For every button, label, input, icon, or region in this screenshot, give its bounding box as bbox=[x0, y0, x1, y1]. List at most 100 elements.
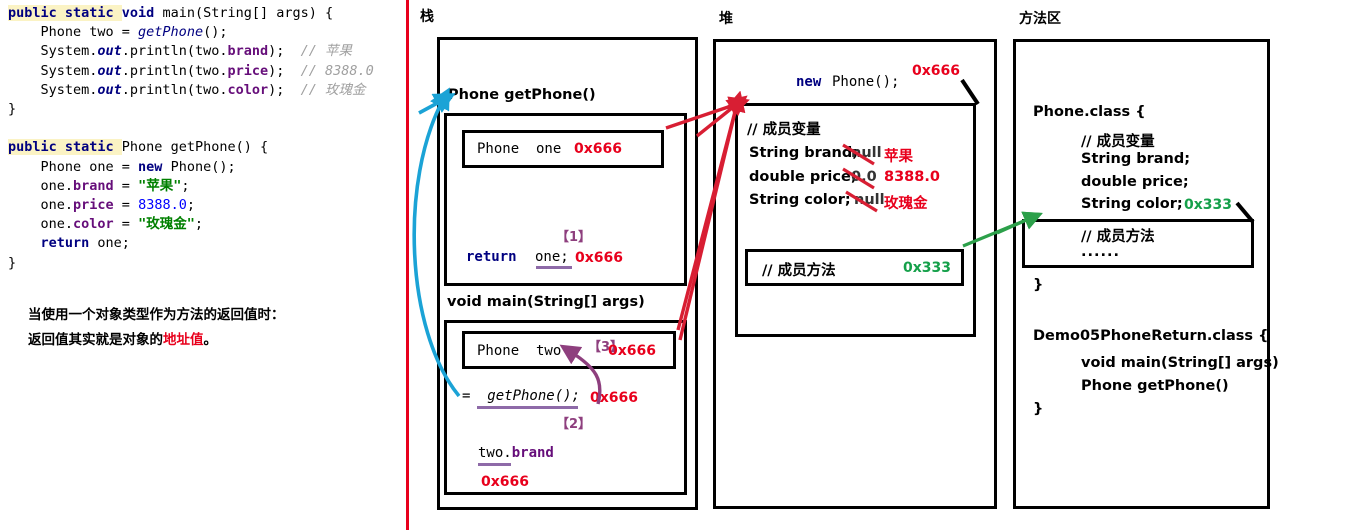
stack-use-address: 0x666 bbox=[481, 474, 529, 490]
code-token: .println(two. bbox=[121, 43, 228, 60]
stack-call-expression: = getPhone(); bbox=[462, 388, 581, 404]
method-area-class1-fields-comment: // 成员变量 bbox=[1081, 134, 1155, 150]
method-area-class1-methods-comment: // 成员方法 bbox=[1081, 229, 1155, 245]
code-token: } bbox=[8, 254, 17, 271]
stack-call-step-marker: 【2】 bbox=[556, 417, 592, 432]
code-token: // 玫瑰金 bbox=[300, 81, 366, 98]
code-line-14: } bbox=[8, 254, 16, 273]
method-area-class2-header: Demo05PhoneReturn.class { bbox=[1033, 328, 1269, 344]
stack-var-two-address: 0x666 bbox=[608, 343, 656, 359]
heap-field-default-2: 0.0 bbox=[851, 168, 877, 185]
code-line-4: System.out.println(two.price); // 8388.0 bbox=[8, 62, 374, 81]
code-token: = bbox=[113, 177, 139, 194]
code-token: // 苹果 bbox=[300, 43, 353, 60]
heap-field-decl-1: String brand; bbox=[749, 145, 859, 161]
heap-fields-comment: // 成员变量 bbox=[747, 122, 821, 138]
code-token: out bbox=[97, 62, 122, 79]
note-line-2: 返回值其实就是对象的地址值。 bbox=[28, 328, 217, 348]
code-token: color bbox=[73, 216, 114, 233]
stack-call-address: 0x666 bbox=[590, 390, 638, 406]
code-token: new bbox=[138, 158, 171, 175]
heap-field-default-3: null bbox=[854, 192, 885, 208]
heap-field-value-2: 8388.0 bbox=[884, 168, 940, 185]
stack-region-label: 栈 bbox=[420, 9, 434, 25]
stack-var-one-label: Phone one bbox=[477, 141, 562, 157]
code-token: System. bbox=[8, 81, 98, 98]
method-area-class2-member-1: void main(String[] args) bbox=[1081, 355, 1279, 371]
heap-field-decl-3: String color; bbox=[749, 192, 851, 208]
method-area-class1-field-1: String brand; bbox=[1081, 151, 1191, 167]
method-area-class1-field-2: double price; bbox=[1081, 173, 1189, 190]
stack-use-field: brand bbox=[511, 445, 554, 461]
method-area-class1-methods-address: 0x333 bbox=[1184, 197, 1232, 213]
note-line-1: 当使用一个对象类型作为方法的返回值时： bbox=[28, 307, 285, 323]
stack-return-address: 0x666 bbox=[575, 250, 623, 266]
code-line-11: one.price = 8388.0; bbox=[8, 196, 195, 215]
code-token: ; bbox=[181, 177, 190, 194]
heap-region-label: 堆 bbox=[719, 11, 733, 27]
code-token: return bbox=[40, 235, 98, 252]
vertical-divider bbox=[406, 0, 409, 530]
code-line-6: } bbox=[8, 100, 16, 119]
heap-new-keyword: new bbox=[796, 74, 822, 90]
heap-field-value-3: 玫瑰金 bbox=[884, 196, 928, 212]
stack-return-step-marker: 【1】 bbox=[556, 230, 592, 245]
code-token: System. bbox=[8, 43, 98, 60]
code-line-1: public static void main(String[] args) { bbox=[8, 4, 333, 23]
code-token: out bbox=[97, 81, 122, 98]
code-token: ); bbox=[268, 81, 301, 98]
code-token: ; bbox=[194, 216, 203, 233]
heap-field-default-1: null bbox=[851, 145, 882, 161]
method-area-class2-close: } bbox=[1033, 401, 1044, 417]
code-token: "玫瑰金" bbox=[138, 216, 195, 233]
code-line-8: public static Phone getPhone() { bbox=[8, 138, 268, 157]
note-suffix: 。 bbox=[203, 332, 218, 348]
stack-var-two-label: Phone two bbox=[477, 343, 562, 359]
stack-frame-getphone-title: Phone getPhone() bbox=[448, 87, 596, 103]
code-line-3: System.out.println(two.brand); // 苹果 bbox=[8, 42, 353, 61]
code-token: one. bbox=[8, 216, 74, 233]
code-token: (); bbox=[203, 24, 228, 41]
method-area-region-label: 方法区 bbox=[1019, 11, 1061, 27]
code-token: "苹果" bbox=[138, 177, 182, 194]
method-area-class1-close: } bbox=[1033, 277, 1044, 293]
code-line-13: return one; bbox=[8, 234, 130, 253]
stack-return-keyword: return bbox=[466, 249, 517, 265]
code-token: one; bbox=[97, 235, 130, 252]
stack-return-variable: one; bbox=[535, 249, 569, 265]
code-token: .println(two. bbox=[121, 81, 228, 98]
code-token: price bbox=[73, 197, 114, 213]
code-token: public static bbox=[8, 139, 122, 156]
method-area-class1-field-3: String color; bbox=[1081, 196, 1183, 212]
heap-field-value-1: 苹果 bbox=[884, 149, 913, 165]
code-token: color bbox=[227, 81, 269, 98]
heap-methods-comment: // 成员方法 bbox=[762, 263, 836, 279]
note-prefix: 返回值其实就是对象的 bbox=[28, 332, 163, 348]
code-token: Phone one = bbox=[8, 158, 139, 175]
stack-call-expression-underline bbox=[477, 406, 578, 409]
code-token: // 8388.0 bbox=[300, 62, 374, 79]
stack-return-variable-underline bbox=[536, 266, 572, 269]
code-line-2: Phone two = getPhone(); bbox=[8, 23, 228, 42]
code-token: public static bbox=[8, 5, 122, 21]
stack-frame-main-title: void main(String[] args) bbox=[447, 294, 645, 310]
code-token: getPhone bbox=[138, 24, 204, 41]
code-token: ); bbox=[268, 43, 301, 60]
code-token: one. bbox=[8, 177, 74, 194]
code-token: ; bbox=[186, 197, 195, 213]
stack-use-object: two. bbox=[478, 445, 512, 461]
heap-new-expression: Phone(); bbox=[832, 74, 900, 90]
code-token: = bbox=[113, 216, 139, 233]
code-line-10: one.brand = "苹果"; bbox=[8, 177, 190, 196]
code-token: main(String[] args) { bbox=[162, 5, 334, 21]
code-token: ); bbox=[268, 62, 301, 79]
code-token: System. bbox=[8, 62, 98, 79]
code-token: void bbox=[121, 5, 163, 21]
code-token: price bbox=[227, 62, 269, 79]
code-token: = bbox=[113, 197, 139, 213]
heap-new-address: 0x666 bbox=[912, 63, 960, 79]
code-token: out bbox=[97, 43, 122, 60]
code-token: one. bbox=[8, 197, 74, 213]
code-token: Phone getPhone() { bbox=[121, 139, 269, 156]
